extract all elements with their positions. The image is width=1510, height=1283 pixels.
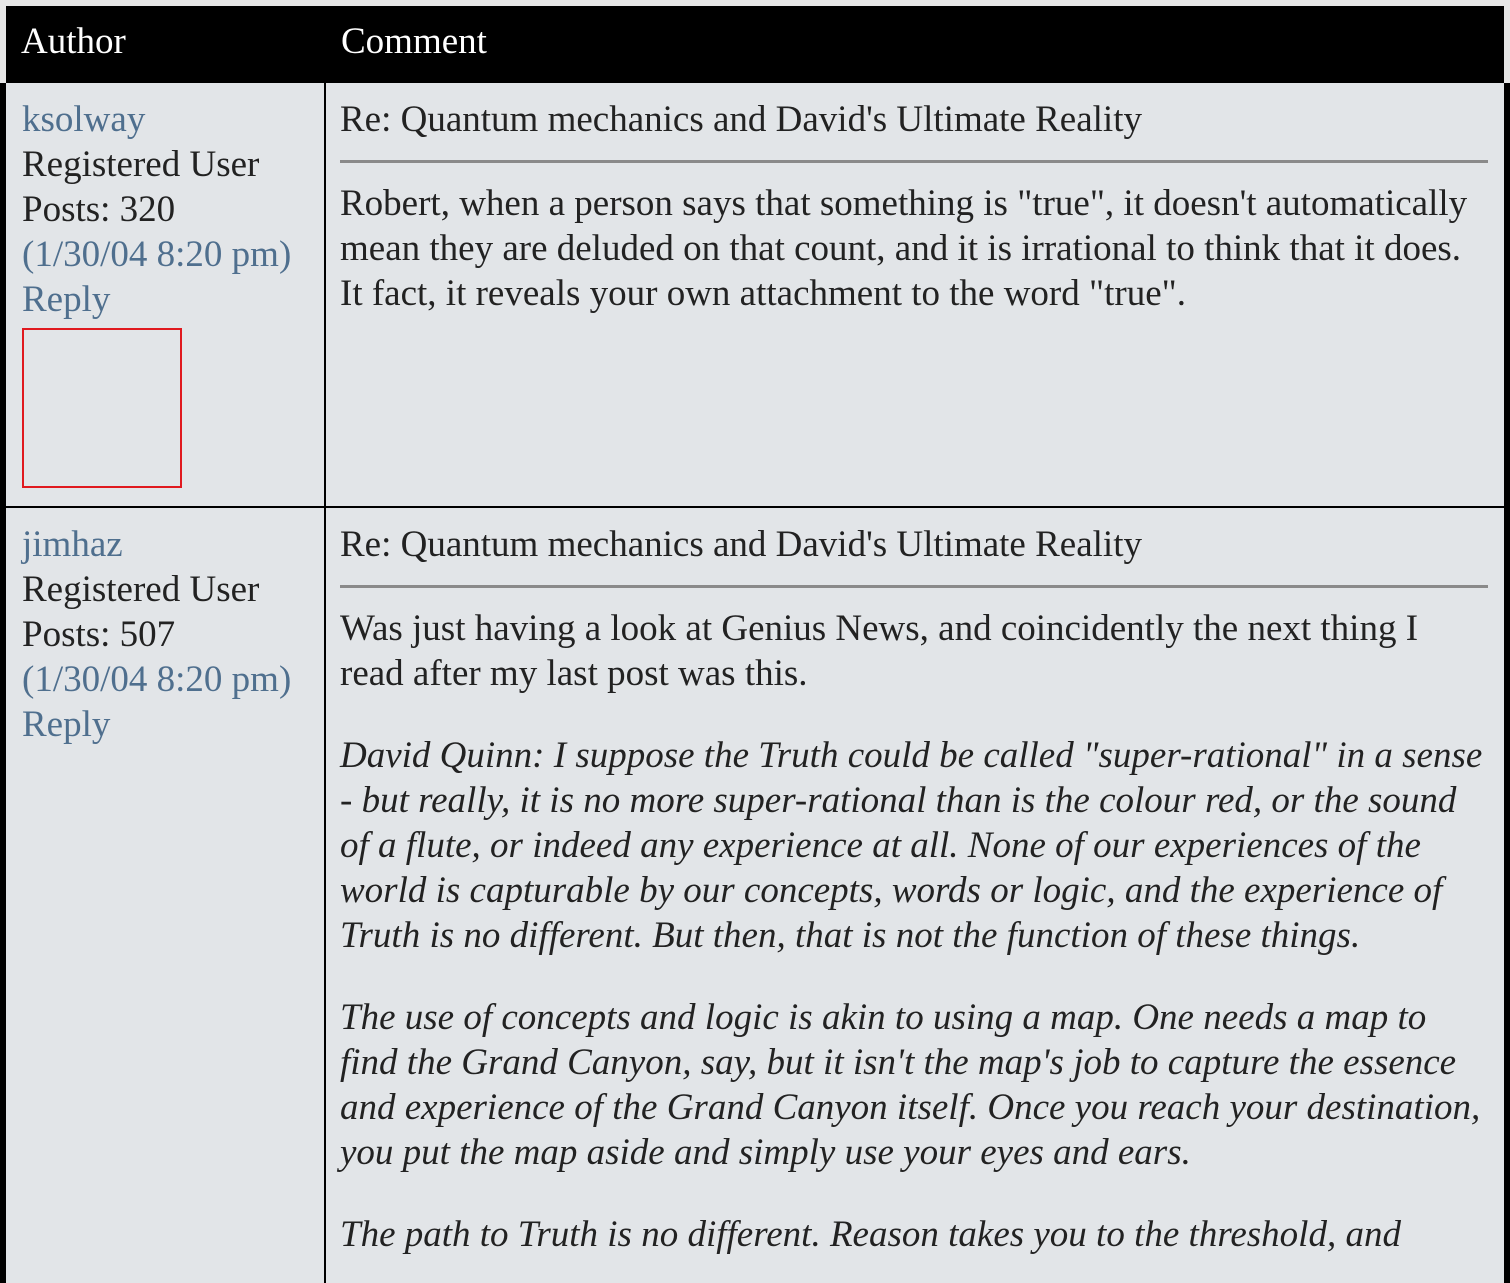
post-row: jimhaz Registered User Posts: 507 (1/30/…	[0, 508, 1510, 1283]
quoted-paragraph: David Quinn: I suppose the Truth could b…	[340, 735, 1483, 956]
author-name-link[interactable]: jimhaz	[22, 522, 324, 567]
author-post-count: Posts: 320	[22, 189, 176, 230]
author-column-header: Author	[21, 21, 126, 62]
quoted-paragraph: The path to Truth is no different. Reaso…	[340, 1214, 1401, 1255]
author-post-count: Posts: 507	[22, 614, 176, 655]
post-subject: Re: Quantum mechanics and David's Ultima…	[340, 522, 1488, 588]
post-body-paragraph: Was just having a look at Genius News, a…	[340, 608, 1419, 694]
comment-column-header: Comment	[341, 21, 487, 62]
comment-cell: Re: Quantum mechanics and David's Ultima…	[326, 83, 1504, 506]
post-row: ksolway Registered User Posts: 320 (1/30…	[0, 83, 1510, 508]
quoted-paragraph: The use of concepts and logic is akin to…	[340, 997, 1481, 1173]
forum-thread: Author Comment ksolway Registered User P…	[0, 0, 1510, 1283]
author-name-link[interactable]: ksolway	[22, 97, 324, 142]
author-cell: jimhaz Registered User Posts: 507 (1/30/…	[6, 508, 326, 1283]
post-body-paragraph: Robert, when a person says that somethin…	[340, 183, 1468, 314]
post-timestamp-link[interactable]: (1/30/04 8:20 pm)	[22, 232, 324, 277]
table-header: Author Comment	[0, 0, 1510, 83]
post-timestamp-link[interactable]: (1/30/04 8:20 pm)	[22, 657, 324, 702]
reply-link[interactable]: Reply	[22, 277, 324, 322]
post-subject: Re: Quantum mechanics and David's Ultima…	[340, 97, 1488, 163]
avatar-placeholder	[22, 328, 182, 488]
reply-link[interactable]: Reply	[22, 702, 324, 747]
author-role: Registered User	[22, 144, 260, 185]
author-cell: ksolway Registered User Posts: 320 (1/30…	[6, 83, 326, 506]
comment-cell: Re: Quantum mechanics and David's Ultima…	[326, 508, 1504, 1283]
author-role: Registered User	[22, 569, 260, 610]
